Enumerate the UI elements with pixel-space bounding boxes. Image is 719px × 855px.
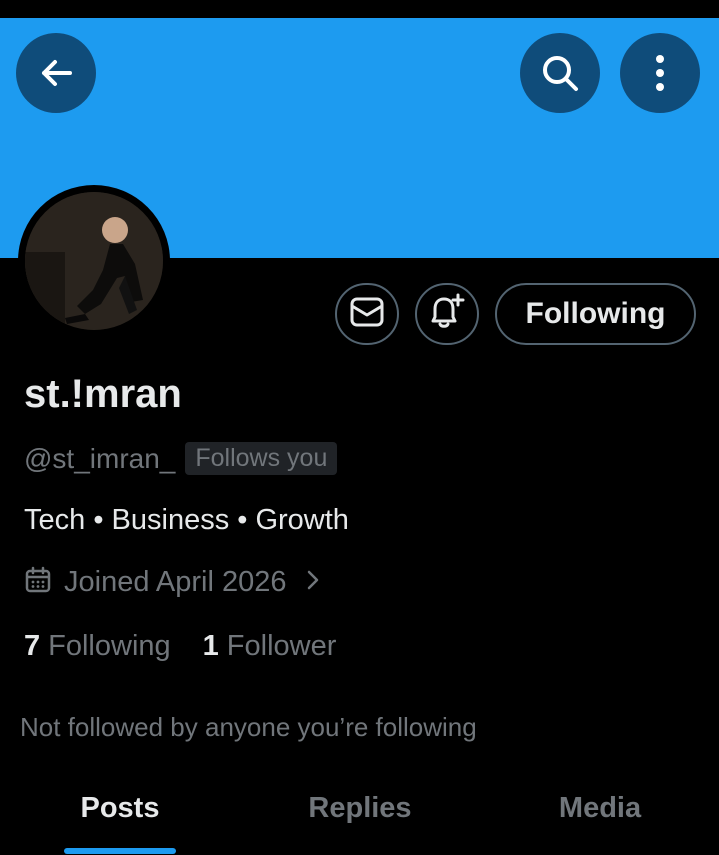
- tab-media[interactable]: Media: [480, 792, 719, 825]
- bio: Tech • Business • Growth: [24, 504, 349, 536]
- followers-count-label: Follower: [226, 630, 337, 662]
- following-button-label: Following: [525, 297, 666, 330]
- display-name: st.!mran: [24, 372, 182, 416]
- mail-icon: [350, 297, 384, 332]
- calendar-icon: [24, 566, 52, 599]
- profile-tabs: Posts Replies Media: [0, 780, 719, 855]
- followers-count-link[interactable]: 1 Follower: [203, 630, 337, 663]
- avatar-image: [25, 192, 163, 330]
- status-bar: [0, 0, 719, 18]
- search-button[interactable]: [520, 33, 600, 113]
- joined-date-row[interactable]: Joined April 2026: [24, 566, 321, 599]
- active-tab-indicator: [64, 848, 176, 854]
- tab-replies[interactable]: Replies: [240, 792, 480, 825]
- more-options-button[interactable]: [620, 33, 700, 113]
- following-button[interactable]: Following: [495, 283, 696, 345]
- follows-you-badge: Follows you: [185, 442, 338, 475]
- bell-plus-icon: [427, 293, 467, 336]
- notifications-button[interactable]: [415, 283, 479, 345]
- handle: @st_imran_: [24, 442, 176, 474]
- handle-row: @st_imran_ Follows you: [24, 442, 338, 475]
- following-count: 7: [24, 630, 41, 662]
- following-count-link[interactable]: 7 Following: [24, 630, 171, 663]
- mutual-followers-note: Not followed by anyone you’re following: [20, 712, 477, 742]
- follow-counts: 7 Following 1 Follower: [24, 630, 336, 663]
- back-button[interactable]: [16, 33, 96, 113]
- following-count-label: Following: [48, 630, 171, 662]
- tab-posts[interactable]: Posts: [0, 792, 240, 825]
- followers-count: 1: [202, 630, 219, 662]
- search-icon: [539, 52, 581, 94]
- avatar[interactable]: [18, 185, 170, 337]
- arrow-left-icon: [36, 53, 76, 93]
- chevron-right-icon: [305, 568, 321, 597]
- joined-date: Joined April 2026: [64, 566, 287, 598]
- more-vertical-icon: [653, 53, 667, 93]
- message-button[interactable]: [335, 283, 399, 345]
